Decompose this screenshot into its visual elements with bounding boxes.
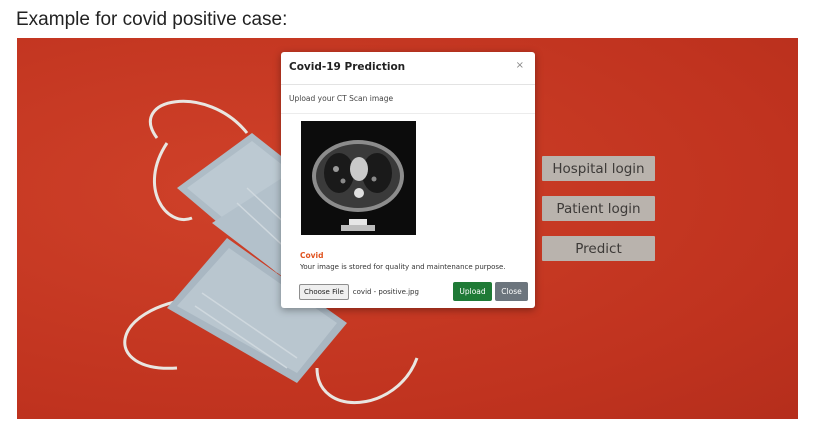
- close-button[interactable]: Close: [495, 282, 528, 301]
- page-caption: Example for covid positive case:: [16, 9, 288, 30]
- hospital-login-button[interactable]: Hospital login: [542, 156, 655, 181]
- predict-button[interactable]: Predict: [542, 236, 655, 261]
- upload-button[interactable]: Upload: [453, 282, 492, 301]
- upload-instruction: Upload your CT Scan image: [289, 94, 394, 103]
- app-screen: Hospital login Patient login Predict Cov…: [17, 38, 798, 419]
- file-input[interactable]: Choose File covid - positive.jpg: [299, 284, 419, 300]
- modal-title: Covid-19 Prediction: [289, 61, 406, 73]
- prediction-result-label: Covid: [300, 251, 324, 260]
- modal-divider: [281, 113, 535, 114]
- modal-header: Covid-19 Prediction ×: [281, 52, 535, 85]
- ct-scan-image: [301, 121, 416, 235]
- close-icon[interactable]: ×: [516, 60, 524, 71]
- patient-login-button[interactable]: Patient login: [542, 196, 655, 221]
- choose-file-button[interactable]: Choose File: [299, 284, 349, 300]
- prediction-modal: Covid-19 Prediction × Upload your CT Sca…: [281, 52, 535, 308]
- selected-file-name: covid - positive.jpg: [352, 288, 419, 296]
- storage-notice: Your image is stored for quality and mai…: [300, 263, 506, 271]
